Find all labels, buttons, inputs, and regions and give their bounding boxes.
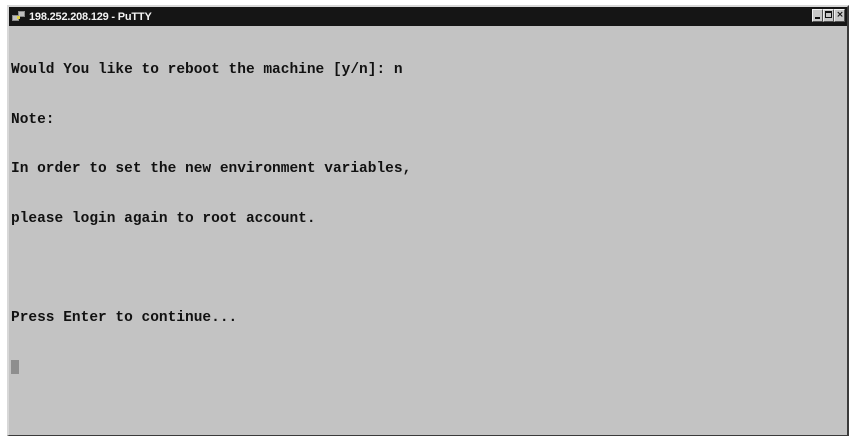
- terminal-line: Note:: [11, 111, 55, 128]
- scrollbar[interactable]: [829, 26, 847, 435]
- terminal-area[interactable]: Would You like to reboot the machine [y/…: [11, 26, 827, 435]
- close-button[interactable]: ×: [834, 9, 845, 22]
- title-bar[interactable]: 198.252.208.129 - PuTTY ×: [9, 7, 847, 26]
- maximize-icon: [825, 11, 832, 18]
- minimize-icon: [815, 17, 820, 19]
- maximize-button[interactable]: [823, 9, 834, 22]
- text-cursor: [11, 360, 19, 374]
- minimize-button[interactable]: [812, 9, 823, 22]
- putty-icon[interactable]: [12, 10, 26, 23]
- terminal-line: Would You like to reboot the machine [y/…: [11, 62, 403, 78]
- window-controls: ×: [812, 9, 845, 22]
- terminal-line: In order to set the new environment vari…: [11, 161, 412, 177]
- terminal-line: please login again to root account.: [11, 210, 316, 227]
- terminal-line: Press Enter to continue...: [11, 309, 238, 326]
- close-icon: ×: [836, 10, 844, 20]
- window-title: 198.252.208.129 - PuTTY: [29, 10, 152, 23]
- putty-window: 198.252.208.129 - PuTTY × Would You like…: [7, 5, 849, 436]
- cursor-line: [11, 359, 827, 376]
